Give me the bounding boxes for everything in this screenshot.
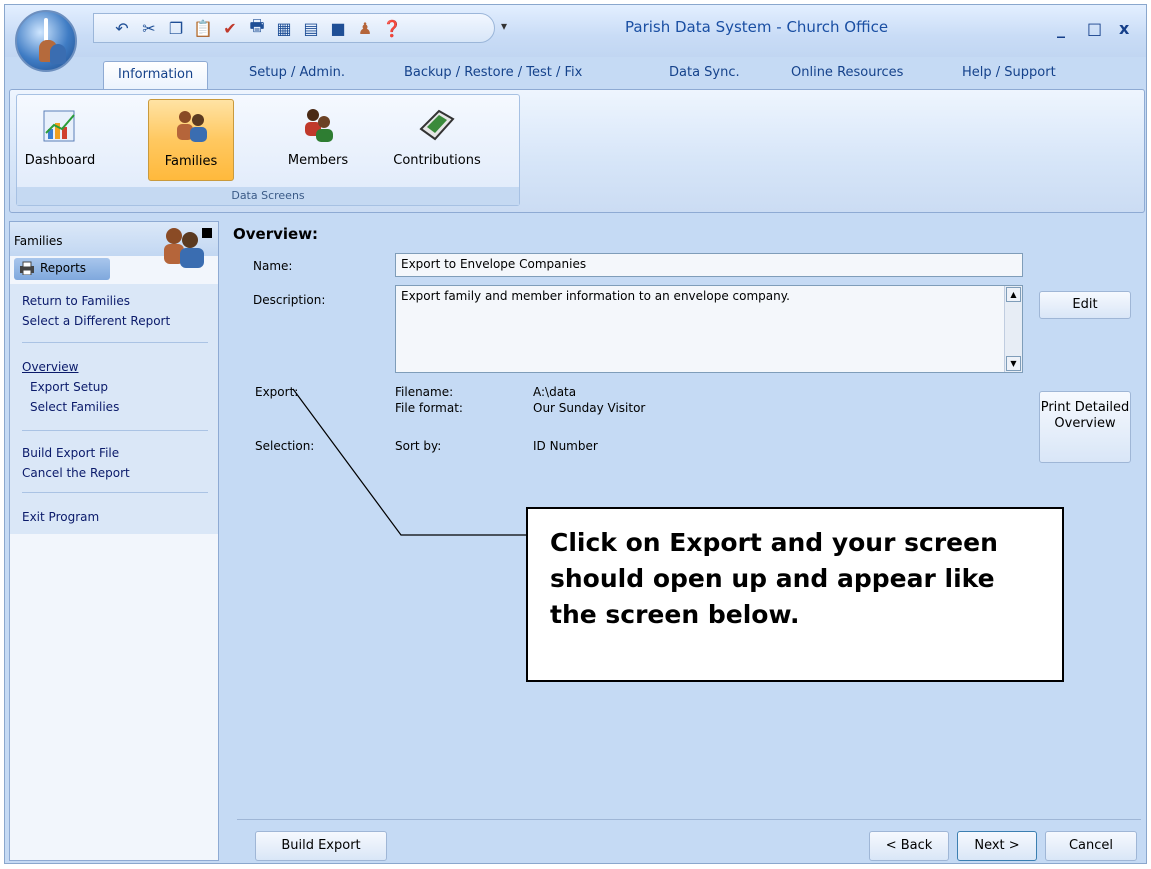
instruction-callout: Click on Export and your screen should o… — [526, 507, 1064, 682]
app-window: ↶ ✂ ❐ 📋 ✔ 🖶 ▦ ▤ ■ ♟ ❓ ▾ Parish Data Syst… — [4, 4, 1147, 864]
callout-connector — [292, 388, 526, 536]
callout-text: Click on Export and your screen should o… — [550, 528, 998, 629]
app-menu-orb[interactable] — [15, 10, 77, 72]
